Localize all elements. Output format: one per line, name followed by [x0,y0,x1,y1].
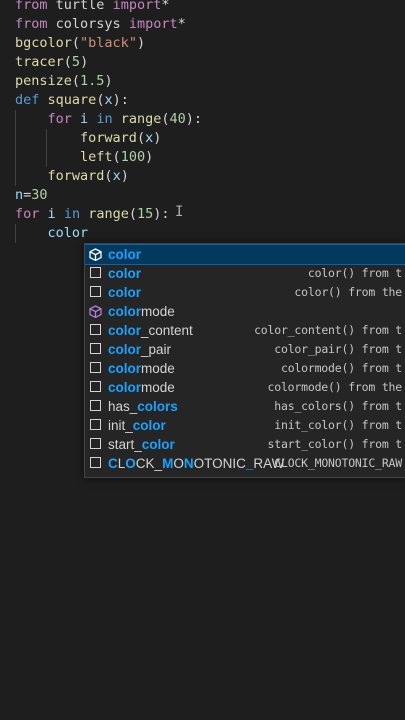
suggest-item-label: color_pair [108,342,172,357]
text-icon [90,438,101,449]
suggest-item-label: start_color [108,437,175,452]
suggest-item-detail: color() from t [307,266,402,280]
code-line[interactable]: forward(x) [15,167,129,186]
suggest-item[interactable]: color_content color_content() from t [85,321,405,340]
suggest-item-label: colormode [108,361,175,376]
suggest-item-label: CLOCK_MONOTONIC_RAW [108,456,285,471]
suggest-item-label: color_content [108,323,193,338]
suggest-item[interactable]: color color() from the [85,283,405,302]
suggest-item-detail: start_color() from t [267,437,403,451]
module-icon [89,305,102,318]
suggest-item-label: color [108,247,142,262]
suggest-item-detail: color() from the [294,285,402,299]
suggest-item[interactable]: color [85,244,405,265]
code-line[interactable]: n=30 [15,186,48,205]
module-icon [89,248,102,261]
suggest-item-detail: init_color() from t [274,418,402,432]
suggest-item[interactable]: colormode colormode() from the [85,378,405,397]
text-icon [90,419,101,430]
code-line[interactable]: bgcolor("black") [15,34,145,53]
text-icon [90,286,101,297]
code-line[interactable]: def square(x): [15,91,129,110]
suggest-item[interactable]: color_pair color_pair() from t [85,340,405,359]
suggest-item[interactable]: colormode colormode() from t [85,359,405,378]
autocomplete-suggest-widget[interactable]: color color color() from t color color() fro… [84,243,405,478]
code-line[interactable]: for i in range(15): [15,205,170,224]
suggest-item-detail: color_pair() from t [274,342,402,356]
suggest-item-detail: CLOCK_MONOTONIC_RAW [274,456,402,470]
text-icon [90,343,101,354]
suggest-item[interactable]: has_colors has_colors() from t [85,397,405,416]
suggest-item[interactable]: colormode [85,302,405,321]
code-line[interactable]: for i in range(40): [15,110,203,129]
code-line[interactable]: tracer(5) [15,53,88,72]
text-icon [90,362,101,373]
text-icon [90,324,101,335]
text-icon [90,381,101,392]
suggest-item-detail: color_content() from t [254,323,402,337]
mouse-ibeam-cursor: I [175,204,184,220]
suggest-item-label: colormode [108,304,175,319]
code-line[interactable]: forward(x) [15,129,161,148]
suggest-item[interactable]: color color() from t [85,264,405,283]
code-line-current[interactable]: color [15,224,89,243]
suggest-item-label: init_color [108,418,166,433]
suggest-item-label: colormode [108,380,175,395]
suggest-item[interactable]: init_color init_color() from t [85,416,405,435]
code-line[interactable]: from turtle import* [15,0,170,15]
text-icon [90,457,101,468]
suggest-item-label: color [108,285,142,300]
suggest-item-detail: colormode() from t [280,361,402,375]
code-line[interactable]: from colorsys import* [15,15,186,34]
suggest-item[interactable]: start_color start_color() from t [85,435,405,454]
text-icon [90,267,101,278]
text-icon [90,400,101,411]
code-line[interactable]: pensize(1.5) [15,72,113,91]
suggest-item[interactable]: CLOCK_MONOTONIC_RAW CLOCK_MONOTONIC_RAW [85,454,405,473]
suggest-item-detail: has_colors() from t [274,399,402,413]
code-editor[interactable]: from turtle import* from colorsys import… [0,0,405,720]
suggest-item-label: has_colors [108,399,178,414]
suggest-item-label: color [108,266,142,281]
suggest-item-detail: colormode() from the [267,380,403,394]
code-line[interactable]: left(100) [15,148,153,167]
